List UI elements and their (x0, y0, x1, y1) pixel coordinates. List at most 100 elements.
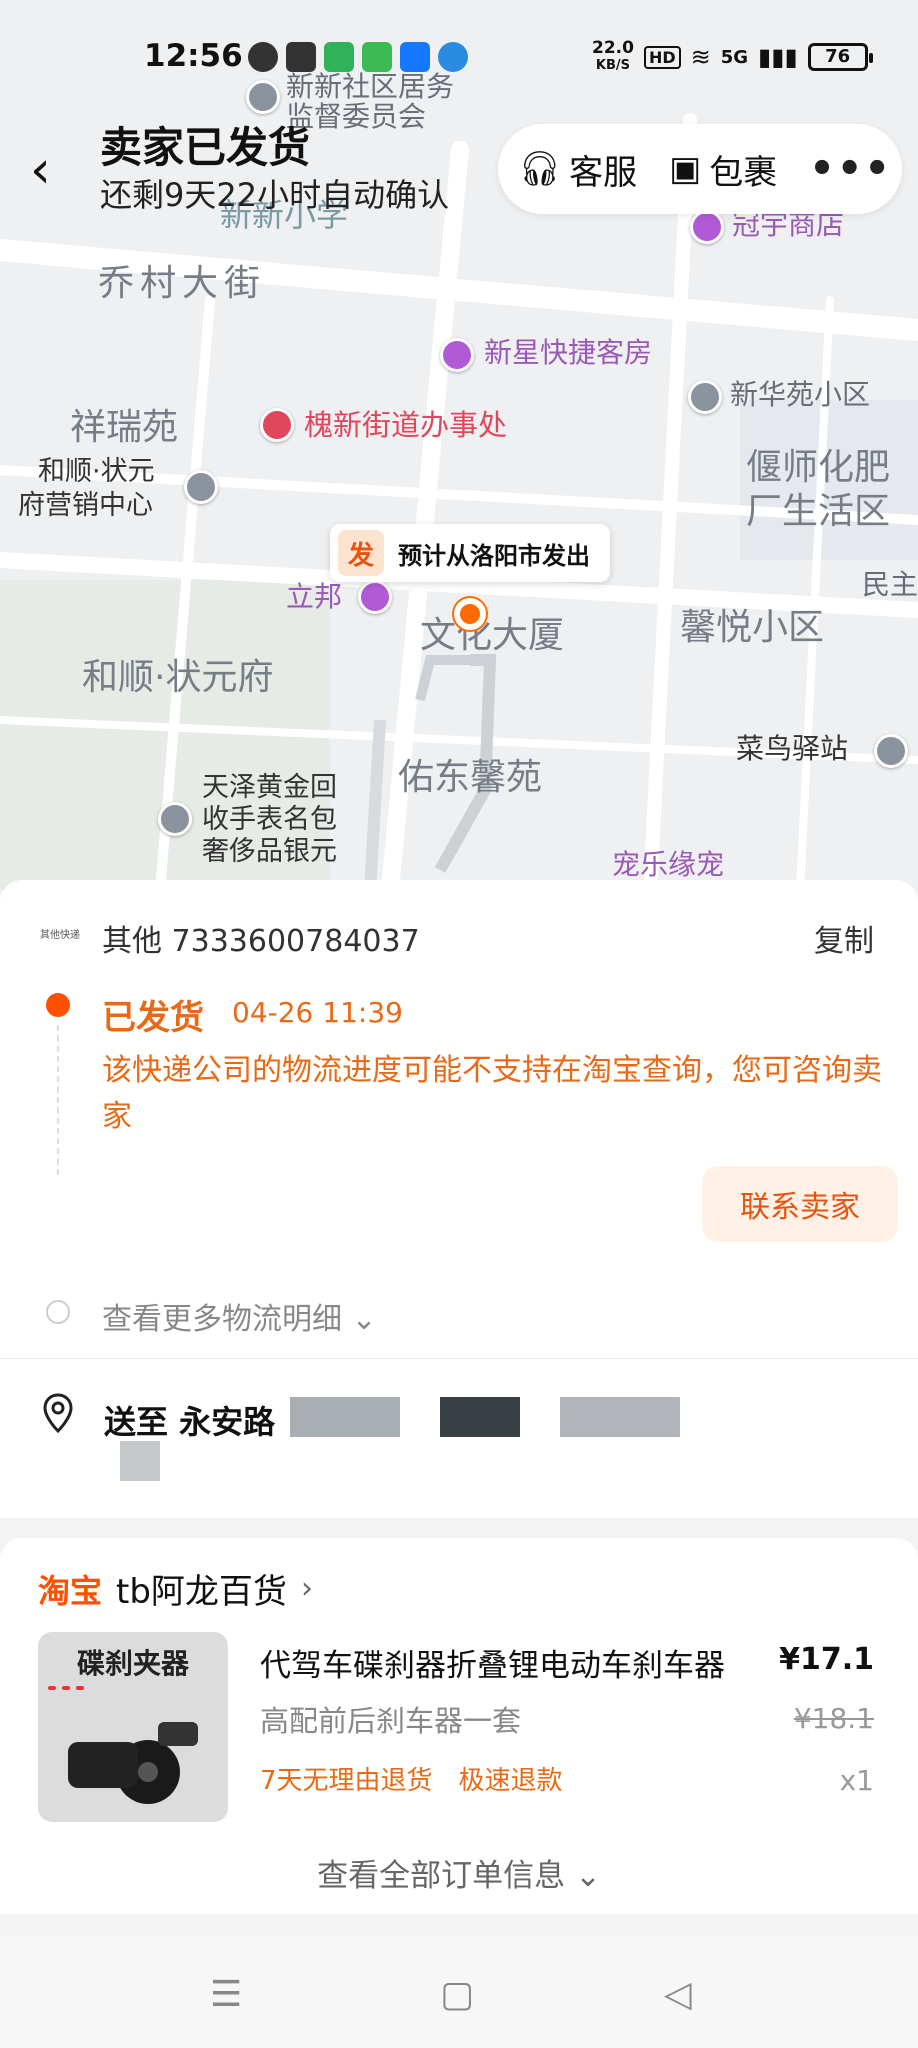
contact-seller-button[interactable]: 联系卖家 (702, 1166, 898, 1242)
map-poi-icon[interactable] (358, 580, 392, 614)
redacted-block (290, 1397, 400, 1437)
map-label: 菜鸟驿站 (736, 732, 849, 765)
map-poi-icon[interactable] (440, 338, 474, 372)
home-square-icon[interactable]: ▢ (440, 1974, 474, 2015)
telegram-icon (438, 42, 468, 72)
shipping-status: 已发货 (102, 998, 204, 1038)
customer-service-label: 客服 (569, 152, 638, 193)
order-card: 淘宝 tb阿龙百货 › 碟刹夹器 代驾车碟刹器折叠锂电动车刹车器 高配前后刹车器… (0, 1538, 918, 1914)
timeline-line (57, 1025, 59, 1175)
map-label: 和顺·状元 (38, 456, 155, 487)
taobao-icon (286, 42, 316, 72)
taobao-logo: 淘宝 (38, 1571, 103, 1610)
map-label: 天泽黄金回 (202, 772, 337, 803)
system-nav-bar: ☰ ▢ ◁ (0, 1936, 918, 2048)
hd-icon: HD (643, 45, 681, 69)
service-tags: 7天无理由退货 极速退款 (260, 1760, 563, 1797)
map-label: 民主 (862, 568, 918, 601)
app-icon (362, 42, 392, 72)
return-tag: 7天无理由退货 (260, 1766, 433, 1796)
logistics-note: 该快递公司的物流进度可能不支持在淘宝查询，您可咨询卖家 (102, 1053, 882, 1134)
network-label: 5G (720, 46, 749, 68)
map-label: 奢侈品银元 (202, 836, 337, 867)
ship-from-callout: 发 预计从洛阳市发出 (330, 524, 610, 582)
product-spec: 高配前后刹车器一套 (260, 1704, 522, 1738)
page-title: 卖家已发货 (100, 123, 311, 172)
map-label: 府营销中心 (18, 490, 153, 521)
chevron-right-icon: › (300, 1571, 313, 1606)
customer-service-button[interactable]: 🎧︎ 客服 (518, 145, 637, 194)
page-header: ‹ 卖家已发货 还剩9天22小时自动确认 🎧︎ 客服 ▣ 包裹 ••• (0, 110, 918, 230)
view-more-logistics-link[interactable]: 查看更多物流明细 ⌄ (102, 1294, 377, 1338)
status-bar: 12:56 22.0 KB/S HD ≋ 5G ▮▮▮ 76 (0, 0, 918, 118)
copy-button[interactable]: 复制 (814, 916, 874, 960)
shop-name: tb阿龙百货 (116, 1572, 287, 1612)
net-speed: 22.0 KB/S (592, 38, 634, 74)
map-poi-icon[interactable] (260, 408, 294, 442)
map-poi-icon[interactable] (184, 470, 218, 504)
alipay-icon (400, 42, 430, 72)
chevron-down-icon: ⌄ (351, 1302, 377, 1337)
map-label: 馨悦小区 (680, 607, 825, 648)
map-label: 和顺·状元府 (82, 657, 274, 698)
carrier-logo: 其他快递 (40, 930, 80, 941)
map-label: 立邦 (286, 580, 343, 613)
timeline-dot-more (46, 1300, 70, 1324)
menu-icon[interactable]: ☰ (210, 1974, 242, 2015)
map-label: 乔村大街 (98, 263, 267, 304)
package-icon: ▣ (669, 149, 702, 189)
clock: 12:56 (144, 38, 243, 74)
shipping-time: 04-26 11:39 (232, 996, 403, 1029)
shop-header[interactable]: 淘宝 tb阿龙百货 › (38, 1564, 313, 1613)
map-label: 宠乐缘宠 (612, 848, 725, 881)
brake-product-image (68, 1722, 198, 1804)
back-triangle-icon[interactable]: ◁ (664, 1974, 692, 2015)
delivery-address: 送至 永安路 (104, 1403, 276, 1441)
headset-icon: 🎧︎ (518, 149, 562, 189)
map-label: 新华苑小区 (730, 378, 871, 411)
chevron-down-icon: ⌄ (574, 1858, 601, 1894)
screen: { "status_bar": {"time": "12:56", "speed… (0, 0, 918, 2048)
quantity: x1 (839, 1764, 874, 1797)
map-poi-icon[interactable] (688, 380, 722, 414)
signal-icon: ▮▮▮ (758, 43, 798, 71)
status-indicators: 22.0 KB/S HD ≋ 5G ▮▮▮ 76 (592, 38, 873, 74)
map-poi-icon[interactable] (874, 734, 908, 768)
header-actions: 🎧︎ 客服 ▣ 包裹 ••• (498, 124, 902, 214)
wifi-icon: ≋ (690, 43, 711, 71)
chevron-left-icon[interactable]: ‹ (30, 140, 70, 200)
more-dots-icon[interactable]: ••• (809, 146, 892, 192)
map-label: 佑东馨苑 (398, 757, 543, 798)
location-pin-icon (43, 1393, 73, 1433)
origin-pin-icon (454, 598, 486, 630)
redacted-block (560, 1397, 680, 1437)
notification-icons (248, 42, 468, 72)
original-price: ¥18.1 (793, 1702, 874, 1735)
map-label: 收手表名包 (202, 804, 337, 835)
message-icon (324, 42, 354, 72)
logistics-card: 其他快递 其他 7333600784037 复制 已发货 04-26 11:39… (0, 880, 918, 1358)
map-poi-icon[interactable] (158, 802, 192, 836)
package-label: 包裹 (709, 152, 778, 193)
ship-badge: 发 (338, 530, 384, 576)
product-thumbnail[interactable]: 碟刹夹器 (38, 1632, 228, 1822)
package-button[interactable]: ▣ 包裹 (669, 145, 777, 194)
delivery-address-card[interactable]: 送至 永安路 (0, 1358, 918, 1518)
map-label: 祥瑞苑 (70, 407, 179, 448)
view-all-order-info-link[interactable]: 查看全部订单信息 ⌄ (0, 1850, 918, 1895)
redacted-block (440, 1397, 520, 1437)
map-label: 文化大厦 (420, 615, 565, 656)
product-name[interactable]: 代驾车碟刹器折叠锂电动车刹车器 (260, 1640, 740, 1685)
tracking-number: 其他 7333600784037 (102, 924, 420, 959)
ship-from-text: 预计从洛阳市发出 (398, 541, 590, 570)
wechat-icon (248, 42, 278, 72)
product-price: ¥17.1 (779, 1642, 874, 1677)
auto-confirm-countdown: 还剩9天22小时自动确认 (100, 176, 450, 214)
map-label: 厂生活区 (746, 491, 891, 532)
map-label: 槐新街道办事处 (304, 408, 508, 442)
refund-tag: 极速退款 (458, 1766, 563, 1796)
map-label: 新星快捷客房 (484, 336, 653, 369)
battery-icon: 76 (807, 43, 873, 71)
map-label: 偃师化肥 (746, 447, 891, 488)
timeline-dot-current (46, 993, 70, 1017)
